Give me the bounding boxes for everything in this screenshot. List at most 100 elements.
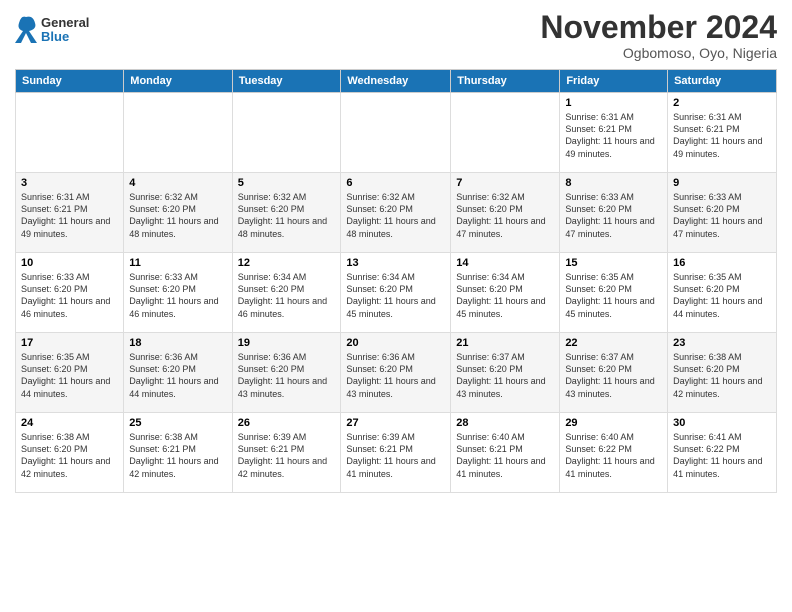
calendar-cell: 3 Sunrise: 6:31 AMSunset: 6:21 PMDaylight…	[16, 173, 124, 253]
day-info: Sunrise: 6:32 AMSunset: 6:20 PMDaylight:…	[238, 191, 336, 240]
calendar-cell: 27Sunrise: 6:39 AMSunset: 6:21 PMDayligh…	[341, 413, 451, 493]
col-tuesday: Tuesday	[232, 70, 341, 93]
calendar-cell: 23 Sunrise: 6:38 AMSunset: 6:20 PMDayligh…	[668, 333, 777, 413]
calendar-cell: 8 Sunrise: 6:33 AMSunset: 6:20 PMDaylight…	[560, 173, 668, 253]
calendar-cell: 22 Sunrise: 6:37 AMSunset: 6:20 PMDayligh…	[560, 333, 668, 413]
calendar-cell: 25 Sunrise: 6:38 AMSunset: 6:21 PMDayligh…	[124, 413, 232, 493]
day-info: Sunrise: 6:37 AMSunset: 6:20 PMDaylight:…	[565, 351, 662, 400]
calendar-cell: 28Sunrise: 6:40 AMSunset: 6:21 PMDayligh…	[451, 413, 560, 493]
calendar-cell	[16, 93, 124, 173]
calendar-week-row: 1 Sunrise: 6:31 AMSunset: 6:21 PMDaylight…	[16, 93, 777, 173]
calendar-cell: 29 Sunrise: 6:40 AMSunset: 6:22 PMDayligh…	[560, 413, 668, 493]
title-block: November 2024 Ogbomoso, Oyo, Nigeria	[540, 10, 777, 61]
calendar-cell: 30Sunrise: 6:41 AMSunset: 6:22 PMDayligh…	[668, 413, 777, 493]
day-number: 7	[456, 177, 554, 189]
day-info: Sunrise: 6:38 AMSunset: 6:21 PMDaylight:…	[129, 431, 226, 480]
calendar-cell: 20 Sunrise: 6:36 AMSunset: 6:20 PMDayligh…	[341, 333, 451, 413]
calendar-week-row: 17 Sunrise: 6:35 AMSunset: 6:20 PMDayligh…	[16, 333, 777, 413]
calendar-header-row: Sunday Monday Tuesday Wednesday Thursday…	[16, 70, 777, 93]
day-info: Sunrise: 6:33 AMSunset: 6:20 PMDaylight:…	[21, 271, 118, 320]
day-number: 26	[238, 417, 336, 429]
day-number: 3	[21, 177, 118, 189]
day-number: 13	[346, 257, 445, 269]
day-info: Sunrise: 6:33 AMSunset: 6:20 PMDaylight:…	[673, 191, 771, 240]
day-info: Sunrise: 6:39 AMSunset: 6:21 PMDaylight:…	[238, 431, 336, 480]
col-saturday: Saturday	[668, 70, 777, 93]
day-number: 21	[456, 337, 554, 349]
day-info: Sunrise: 6:40 AMSunset: 6:22 PMDaylight:…	[565, 431, 662, 480]
day-info: Sunrise: 6:40 AMSunset: 6:21 PMDaylight:…	[456, 431, 554, 480]
col-monday: Monday	[124, 70, 232, 93]
calendar-cell: 12 Sunrise: 6:34 AMSunset: 6:20 PMDayligh…	[232, 253, 341, 333]
day-info: Sunrise: 6:39 AMSunset: 6:21 PMDaylight:…	[346, 431, 445, 480]
day-number: 2	[673, 97, 771, 109]
day-number: 12	[238, 257, 336, 269]
calendar-cell: 11 Sunrise: 6:33 AMSunset: 6:20 PMDayligh…	[124, 253, 232, 333]
calendar-cell: 7Sunrise: 6:32 AMSunset: 6:20 PMDaylight…	[451, 173, 560, 253]
day-info: Sunrise: 6:34 AMSunset: 6:20 PMDaylight:…	[456, 271, 554, 320]
main-container: General Blue November 2024 Ogbomoso, Oyo…	[0, 0, 792, 503]
day-number: 23	[673, 337, 771, 349]
calendar-cell: 1 Sunrise: 6:31 AMSunset: 6:21 PMDaylight…	[560, 93, 668, 173]
calendar-cell	[341, 93, 451, 173]
calendar-week-row: 10Sunrise: 6:33 AMSunset: 6:20 PMDayligh…	[16, 253, 777, 333]
logo: General Blue	[15, 15, 89, 45]
day-info: Sunrise: 6:35 AMSunset: 6:20 PMDaylight:…	[565, 271, 662, 320]
day-info: Sunrise: 6:38 AMSunset: 6:20 PMDaylight:…	[21, 431, 118, 480]
day-number: 25	[129, 417, 226, 429]
calendar-cell: 10Sunrise: 6:33 AMSunset: 6:20 PMDayligh…	[16, 253, 124, 333]
day-number: 5	[238, 177, 336, 189]
day-info: Sunrise: 6:31 AMSunset: 6:21 PMDaylight:…	[673, 111, 771, 160]
calendar-cell: 17 Sunrise: 6:35 AMSunset: 6:20 PMDayligh…	[16, 333, 124, 413]
calendar-cell	[232, 93, 341, 173]
calendar-cell: 5 Sunrise: 6:32 AMSunset: 6:20 PMDaylight…	[232, 173, 341, 253]
day-number: 16	[673, 257, 771, 269]
location: Ogbomoso, Oyo, Nigeria	[540, 45, 777, 61]
day-info: Sunrise: 6:35 AMSunset: 6:20 PMDaylight:…	[673, 271, 771, 320]
day-info: Sunrise: 6:31 AMSunset: 6:21 PMDaylight:…	[21, 191, 118, 240]
day-number: 19	[238, 337, 336, 349]
day-number: 24	[21, 417, 118, 429]
day-number: 29	[565, 417, 662, 429]
day-info: Sunrise: 6:41 AMSunset: 6:22 PMDaylight:…	[673, 431, 771, 480]
calendar-cell: 24 Sunrise: 6:38 AMSunset: 6:20 PMDayligh…	[16, 413, 124, 493]
calendar-cell: 13 Sunrise: 6:34 AMSunset: 6:20 PMDayligh…	[341, 253, 451, 333]
col-thursday: Thursday	[451, 70, 560, 93]
logo-general-text: General	[41, 16, 89, 30]
day-info: Sunrise: 6:31 AMSunset: 6:21 PMDaylight:…	[565, 111, 662, 160]
day-info: Sunrise: 6:36 AMSunset: 6:20 PMDaylight:…	[238, 351, 336, 400]
day-number: 6	[346, 177, 445, 189]
col-wednesday: Wednesday	[341, 70, 451, 93]
calendar-cell: 6Sunrise: 6:32 AMSunset: 6:20 PMDaylight…	[341, 173, 451, 253]
day-number: 9	[673, 177, 771, 189]
day-number: 20	[346, 337, 445, 349]
day-info: Sunrise: 6:34 AMSunset: 6:20 PMDaylight:…	[238, 271, 336, 320]
calendar-cell: 4Sunrise: 6:32 AMSunset: 6:20 PMDaylight…	[124, 173, 232, 253]
day-number: 15	[565, 257, 662, 269]
day-number: 17	[21, 337, 118, 349]
day-number: 1	[565, 97, 662, 109]
day-info: Sunrise: 6:36 AMSunset: 6:20 PMDaylight:…	[129, 351, 226, 400]
day-number: 14	[456, 257, 554, 269]
day-number: 8	[565, 177, 662, 189]
day-info: Sunrise: 6:35 AMSunset: 6:20 PMDaylight:…	[21, 351, 118, 400]
calendar-cell	[124, 93, 232, 173]
calendar-cell	[451, 93, 560, 173]
logo-blue-text: Blue	[41, 30, 89, 44]
logo-bird-icon	[15, 15, 37, 45]
day-info: Sunrise: 6:33 AMSunset: 6:20 PMDaylight:…	[129, 271, 226, 320]
day-number: 11	[129, 257, 226, 269]
day-number: 22	[565, 337, 662, 349]
calendar-cell: 9 Sunrise: 6:33 AMSunset: 6:20 PMDaylight…	[668, 173, 777, 253]
calendar-cell: 16 Sunrise: 6:35 AMSunset: 6:20 PMDayligh…	[668, 253, 777, 333]
day-info: Sunrise: 6:38 AMSunset: 6:20 PMDaylight:…	[673, 351, 771, 400]
calendar-week-row: 24 Sunrise: 6:38 AMSunset: 6:20 PMDayligh…	[16, 413, 777, 493]
day-info: Sunrise: 6:34 AMSunset: 6:20 PMDaylight:…	[346, 271, 445, 320]
calendar-cell: 19 Sunrise: 6:36 AMSunset: 6:20 PMDayligh…	[232, 333, 341, 413]
month-title: November 2024	[540, 10, 777, 45]
day-info: Sunrise: 6:33 AMSunset: 6:20 PMDaylight:…	[565, 191, 662, 240]
day-info: Sunrise: 6:32 AMSunset: 6:20 PMDaylight:…	[129, 191, 226, 240]
col-friday: Friday	[560, 70, 668, 93]
day-info: Sunrise: 6:36 AMSunset: 6:20 PMDaylight:…	[346, 351, 445, 400]
day-info: Sunrise: 6:37 AMSunset: 6:20 PMDaylight:…	[456, 351, 554, 400]
